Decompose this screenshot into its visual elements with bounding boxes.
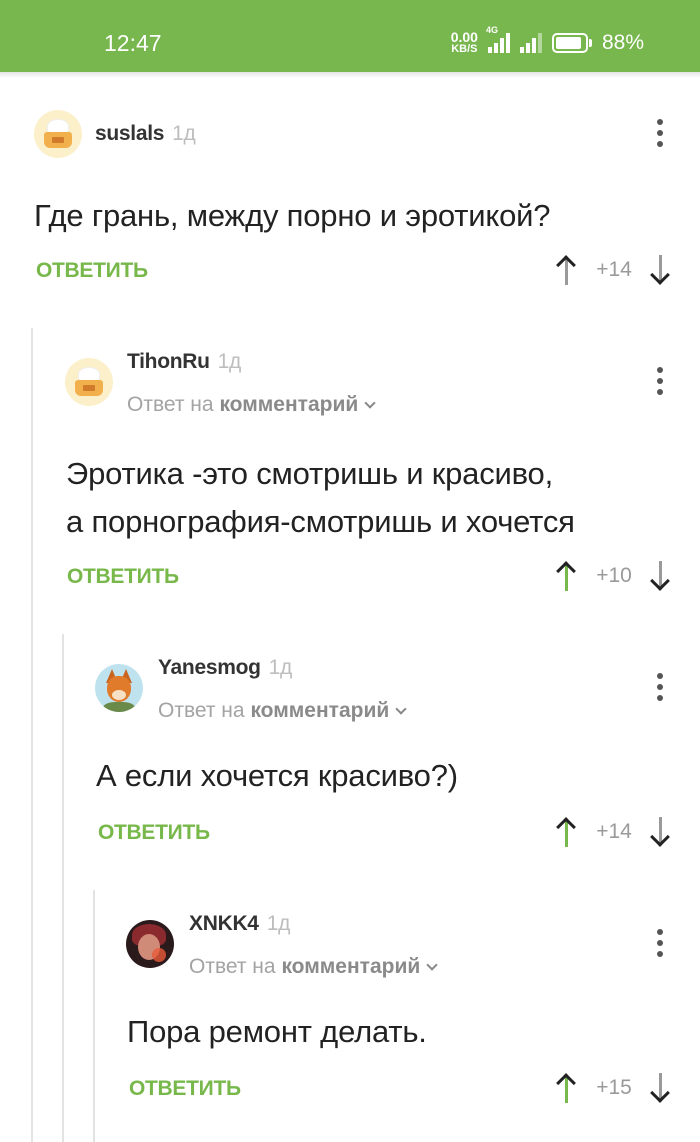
thread-line-level-2 [62, 634, 64, 1142]
reply-to-link[interactable]: Ответ на комментарий [127, 393, 376, 417]
reply-button[interactable]: ОТВЕТИТЬ [98, 821, 210, 845]
comment-score: +14 [596, 820, 632, 843]
reply-button[interactable]: ОТВЕТИТЬ [67, 565, 179, 589]
character-avatar-icon[interactable] [126, 920, 174, 968]
reply-to-target[interactable]: комментарий [250, 699, 389, 722]
signal-icon [519, 32, 542, 53]
reply-to-prefix: Ответ на [127, 393, 214, 416]
cake-avatar-icon[interactable] [34, 110, 82, 158]
comment-author[interactable]: TihonRu 1д [127, 350, 241, 374]
author-name[interactable]: Yanesmog [158, 656, 261, 679]
status-bar-shadow [0, 72, 700, 78]
vote-controls: +15 [556, 1073, 672, 1103]
comment-text: Пора ремонт делать. [127, 1014, 427, 1049]
reply-to-prefix: Ответ на [189, 955, 276, 978]
battery-icon [551, 32, 592, 53]
upvote-arrow-icon[interactable] [556, 255, 578, 285]
reply-button[interactable]: ОТВЕТИТЬ [36, 259, 148, 283]
comment-text: Эротика -это смотришь и красиво, а порно… [66, 450, 575, 546]
comment-time: 1д [268, 656, 293, 679]
author-name[interactable]: TihonRu [127, 350, 210, 373]
upvote-arrow-icon[interactable] [556, 1073, 578, 1103]
reply-to-prefix: Ответ на [158, 699, 245, 722]
battery-percent: 88% [601, 30, 644, 54]
comment-score: +15 [596, 1076, 632, 1099]
comment-text-line: а порнография-смотришь и хочется [66, 504, 575, 539]
reply-button[interactable]: ОТВЕТИТЬ [129, 1077, 241, 1101]
comment-text: Где грань, между порно и эротикой? [34, 198, 551, 233]
downvote-arrow-icon[interactable] [650, 255, 672, 285]
network-speed: 0.00 KB/S [451, 30, 478, 55]
status-bar: 12:47 0.00 KB/S 4G 88% [0, 0, 700, 72]
upvote-arrow-icon[interactable] [556, 817, 578, 847]
author-name[interactable]: XNKK4 [189, 912, 259, 935]
comment-text: А если хочется красиво?) [96, 758, 458, 793]
comment-score: +10 [596, 564, 632, 587]
vote-controls: +14 [556, 817, 672, 847]
reply-to-target[interactable]: комментарий [281, 955, 420, 978]
chevron-down-icon[interactable] [364, 397, 376, 409]
comment-score: +14 [596, 258, 632, 281]
network-type: 4G [485, 24, 498, 35]
comment-time: 1д [266, 912, 291, 935]
comment-time: 1д [217, 350, 242, 373]
author-name[interactable]: suslals [95, 122, 164, 145]
vote-controls: +10 [556, 561, 672, 591]
downvote-arrow-icon[interactable] [650, 561, 672, 591]
thread-line-level-1 [31, 328, 33, 1142]
reply-to-link[interactable]: Ответ на комментарий [158, 699, 407, 723]
comment-author[interactable]: XNKK4 1д [189, 912, 290, 936]
cake-avatar-icon[interactable] [65, 358, 113, 406]
comment-author[interactable]: Yanesmog 1д [158, 656, 292, 680]
vote-controls: +14 [556, 255, 672, 285]
more-options-icon[interactable] [656, 367, 664, 395]
more-options-icon[interactable] [656, 673, 664, 701]
status-indicators: 0.00 KB/S 4G 88% [451, 25, 644, 55]
comment-text-line: Эротика -это смотришь и красиво, [66, 456, 553, 491]
more-options-icon[interactable] [656, 119, 664, 147]
network-speed-value: 0.00 [450, 29, 478, 45]
chevron-down-icon[interactable] [395, 703, 407, 715]
thread-line-level-3 [93, 890, 95, 1142]
upvote-arrow-icon[interactable] [556, 561, 578, 591]
network-speed-unit: KB/S [451, 43, 478, 55]
downvote-arrow-icon[interactable] [650, 1073, 672, 1103]
signal-4g-icon: 4G [486, 25, 510, 53]
status-time: 12:47 [104, 30, 162, 56]
comment-author[interactable]: suslals 1д [95, 122, 196, 146]
more-options-icon[interactable] [656, 929, 664, 957]
downvote-arrow-icon[interactable] [650, 817, 672, 847]
fox-avatar-icon[interactable] [95, 664, 143, 712]
comment-time: 1д [172, 122, 196, 145]
chevron-down-icon[interactable] [426, 959, 438, 971]
reply-to-link[interactable]: Ответ на комментарий [189, 955, 438, 979]
reply-to-target[interactable]: комментарий [219, 393, 358, 416]
